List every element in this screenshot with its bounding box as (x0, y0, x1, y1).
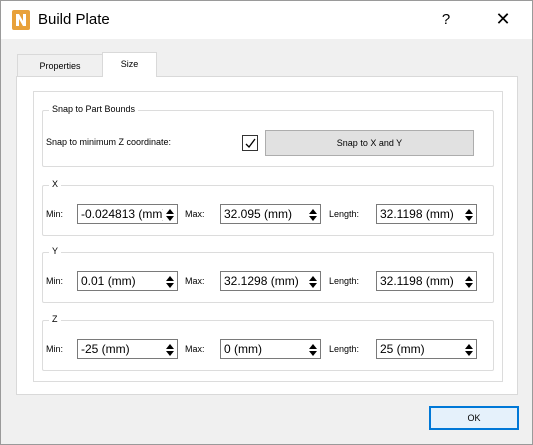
spin-down-icon[interactable] (308, 349, 318, 356)
window-title: Build Plate (38, 11, 110, 28)
spin-down-icon[interactable] (308, 214, 318, 221)
y-min-label: Min: (46, 276, 64, 286)
spin-down-icon[interactable] (308, 281, 318, 288)
x-group-title: X (49, 179, 62, 189)
help-button[interactable]: ? (429, 1, 463, 39)
y-max-spinbox[interactable]: 32.1298 (mm) (220, 271, 321, 291)
snap-min-z-label: Snap to minimum Z coordinate: (46, 137, 172, 147)
z-min-spinbox[interactable]: -25 (mm) (77, 339, 178, 359)
ok-button[interactable]: OK (429, 406, 519, 430)
z-min-value: -25 (mm) (81, 342, 130, 356)
snap-to-xy-button[interactable]: Snap to X and Y (265, 130, 474, 156)
z-min-label: Min: (46, 344, 64, 354)
x-max-value: 32.095 (mm) (224, 207, 293, 221)
spin-down-icon[interactable] (165, 349, 175, 356)
spin-up-icon[interactable] (165, 274, 175, 281)
close-button[interactable]: ✕ (486, 1, 520, 39)
y-length-spinbox[interactable]: 32.1198 (mm) (376, 271, 477, 291)
x-max-spinbox[interactable]: 32.095 (mm) (220, 204, 321, 224)
spin-down-icon[interactable] (165, 214, 175, 221)
x-min-value: -0.024813 (mm) (81, 207, 163, 221)
x-min-spinbox[interactable]: -0.024813 (mm) (77, 204, 178, 224)
spin-up-icon[interactable] (308, 274, 318, 281)
build-plate-dialog: Build Plate ? ✕ Properties Size Snap to … (0, 0, 533, 445)
snap-group-title: Snap to Part Bounds (49, 104, 139, 114)
y-max-label: Max: (185, 276, 205, 286)
app-logo-icon (12, 10, 30, 30)
z-max-value: 0 (mm) (224, 342, 262, 356)
z-max-spinbox[interactable]: 0 (mm) (220, 339, 321, 359)
z-length-label: Length: (329, 344, 360, 354)
spin-down-icon[interactable] (464, 214, 474, 221)
spin-up-icon[interactable] (464, 207, 474, 214)
spin-down-icon[interactable] (165, 281, 175, 288)
z-group: Z Min: -25 (mm) Max: 0 (mm) Length: 25 (… (42, 314, 494, 371)
checkmark-icon (245, 138, 256, 148)
x-min-label: Min: (46, 209, 64, 219)
spin-up-icon[interactable] (464, 342, 474, 349)
snap-min-z-checkbox[interactable] (242, 135, 258, 151)
tab-properties[interactable]: Properties (17, 54, 103, 76)
z-length-spinbox[interactable]: 25 (mm) (376, 339, 477, 359)
x-length-label: Length: (329, 209, 360, 219)
z-length-value: 25 (mm) (380, 342, 425, 356)
tab-size[interactable]: Size (102, 52, 157, 77)
spin-up-icon[interactable] (165, 207, 175, 214)
x-group: X Min: -0.024813 (mm) Max: 32.095 (mm) L… (42, 179, 494, 236)
title-bar: Build Plate ? ✕ (1, 1, 532, 39)
y-group-title: Y (49, 246, 62, 256)
spin-up-icon[interactable] (308, 342, 318, 349)
y-group: Y Min: 0.01 (mm) Max: 32.1298 (mm) Lengt… (42, 246, 494, 303)
z-group-title: Z (49, 314, 61, 324)
z-max-label: Max: (185, 344, 205, 354)
spin-up-icon[interactable] (308, 207, 318, 214)
size-tab-panel: Snap to Part Bounds Snap to minimum Z co… (16, 76, 518, 395)
y-min-value: 0.01 (mm) (81, 274, 136, 288)
spin-down-icon[interactable] (464, 349, 474, 356)
y-min-spinbox[interactable]: 0.01 (mm) (77, 271, 178, 291)
x-max-label: Max: (185, 209, 205, 219)
size-frame: Snap to Part Bounds Snap to minimum Z co… (33, 91, 503, 382)
y-length-value: 32.1198 (mm) (380, 274, 454, 288)
spin-up-icon[interactable] (464, 274, 474, 281)
y-max-value: 32.1298 (mm) (224, 274, 299, 288)
spin-down-icon[interactable] (464, 281, 474, 288)
snap-group: Snap to Part Bounds Snap to minimum Z co… (42, 104, 494, 167)
spin-up-icon[interactable] (165, 342, 175, 349)
x-length-value: 32.1198 (mm) (380, 207, 454, 221)
y-length-label: Length: (329, 276, 360, 286)
x-length-spinbox[interactable]: 32.1198 (mm) (376, 204, 477, 224)
